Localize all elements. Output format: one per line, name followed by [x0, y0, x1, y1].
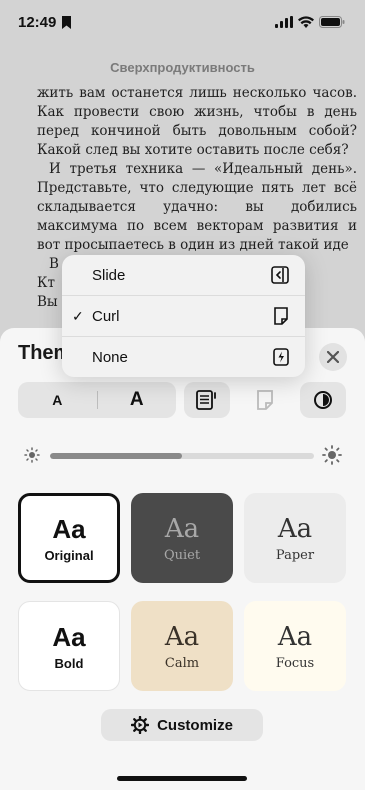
theme-aa: Aa [52, 513, 86, 544]
theme-name: Calm [164, 655, 200, 671]
scrolling-view-button[interactable] [184, 382, 230, 418]
battery-icon [319, 16, 345, 28]
status-bar: 12:49 [0, 0, 365, 44]
home-indicator [117, 776, 247, 781]
status-time-group: 12:49 [18, 13, 72, 31]
increase-font-size-button[interactable]: A [98, 389, 177, 411]
wifi-icon [298, 16, 314, 28]
appearance-icon [314, 391, 332, 409]
theme-original[interactable]: Aa Original [18, 493, 120, 583]
gear-icon [131, 716, 150, 734]
slide-icon [271, 266, 289, 284]
curl-icon [274, 307, 288, 325]
close-button[interactable] [319, 343, 347, 371]
theme-name: Bold [54, 655, 84, 671]
page-turn-button[interactable] [242, 382, 288, 418]
theme-quiet[interactable]: Aa Quiet [131, 493, 233, 583]
curl-page-icon [257, 390, 273, 410]
theme-calm[interactable]: Aa Calm [131, 601, 233, 691]
menu-item-label: Slide [92, 266, 126, 284]
theme-aa: Aa [277, 513, 313, 544]
theme-name: Original [44, 547, 94, 563]
theme-aa: Aa [164, 621, 200, 652]
decrease-font-size-button[interactable]: A [18, 392, 97, 408]
bookmark-icon [62, 15, 72, 29]
theme-name: Paper [275, 547, 315, 563]
book-paragraph: жить вам останется лишь несколько часов.… [37, 85, 357, 158]
customize-button[interactable]: Customize [101, 709, 263, 741]
theme-aa: Aa [52, 621, 86, 652]
brightness-high-icon [322, 445, 342, 465]
font-size-group: A A [18, 382, 176, 418]
brightness-low-icon [24, 447, 40, 463]
book-title: Сверхпродуктивность [110, 60, 255, 75]
brightness-slider[interactable] [50, 453, 314, 459]
page-turn-menu: Slide ✓ Curl None [62, 255, 305, 377]
book-paragraph: И третья техника — «Идеальный день». Пре… [37, 161, 357, 253]
page-view-icon [196, 390, 216, 410]
theme-paper[interactable]: Aa Paper [244, 493, 346, 583]
close-icon [327, 351, 339, 363]
controls-row: A A [18, 382, 348, 418]
menu-item-label: None [92, 348, 128, 366]
theme-focus[interactable]: Aa Focus [244, 601, 346, 691]
theme-bold[interactable]: Aa Bold [18, 601, 120, 691]
checkmark-icon: ✓ [72, 307, 84, 324]
none-transition-icon [273, 348, 289, 366]
brightness-control [24, 445, 342, 465]
menu-item-none[interactable]: None [62, 336, 305, 377]
themes-sheet: Them A A Aa Original Aa Quiet Aa Paper A… [0, 328, 365, 790]
customize-label: Customize [157, 716, 233, 734]
status-indicators [275, 16, 345, 28]
menu-item-curl[interactable]: ✓ Curl [62, 295, 305, 336]
menu-item-slide[interactable]: Slide [62, 255, 305, 295]
theme-aa: Aa [164, 513, 200, 544]
theme-aa: Aa [277, 621, 313, 652]
theme-name: Focus [275, 655, 315, 671]
theme-name: Quiet [163, 547, 201, 563]
status-time: 12:49 [18, 13, 57, 31]
menu-item-label: Curl [92, 307, 120, 325]
cellular-signal-icon [275, 16, 293, 28]
brightness-fill [50, 453, 182, 459]
appearance-toggle-button[interactable] [300, 382, 346, 418]
